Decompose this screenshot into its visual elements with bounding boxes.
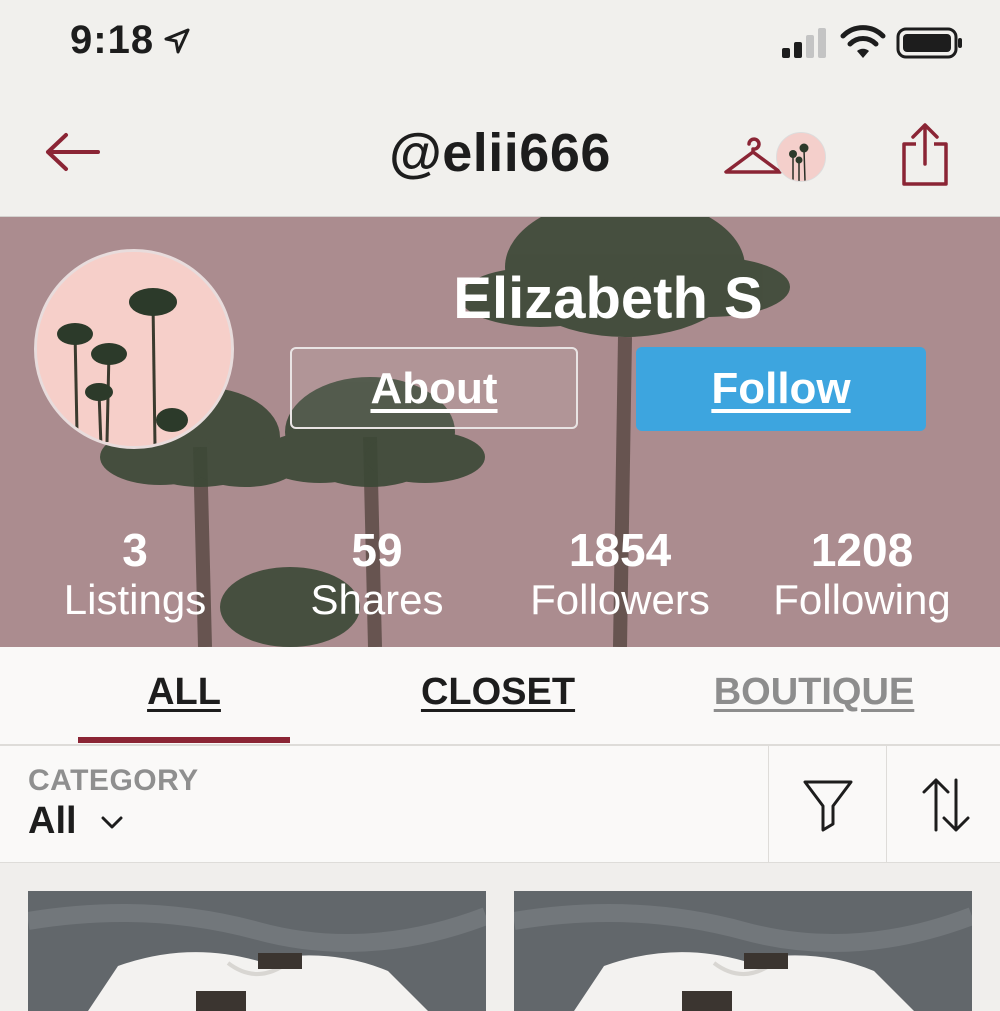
filter-funnel-icon[interactable]	[802, 778, 854, 834]
stat-label: Shares	[310, 576, 444, 623]
about-button[interactable]: About	[290, 347, 578, 429]
stat-shares[interactable]: 59 Shares	[257, 525, 497, 625]
tab-closet[interactable]: CLOSET	[398, 671, 598, 714]
mini-avatar[interactable]	[776, 132, 826, 182]
stat-label: Followers	[530, 576, 710, 623]
stat-value: 1854	[568, 524, 672, 576]
stat-label: Listings	[63, 576, 207, 623]
palm-trees-thumbnail	[777, 133, 825, 181]
category-label: CATEGORY	[28, 764, 199, 797]
listing-card[interactable]	[514, 891, 972, 1011]
listing-photo-tshirt	[514, 891, 972, 1011]
divider	[886, 746, 887, 862]
active-tab-indicator	[78, 737, 290, 743]
tab-all[interactable]: ALL	[78, 671, 290, 714]
stat-following[interactable]: 1208 Following	[742, 525, 982, 625]
hanger-icon[interactable]	[722, 132, 784, 178]
stat-followers[interactable]: 1854 Followers	[500, 525, 740, 625]
cellular-signal-icon	[782, 28, 826, 58]
stat-listings[interactable]: 3 Listings	[15, 525, 255, 625]
listing-photo-tshirt	[28, 891, 486, 1011]
battery-icon	[896, 27, 962, 59]
chevron-down-icon	[101, 816, 123, 829]
profile-avatar[interactable]	[34, 249, 234, 449]
stat-value: 3	[122, 524, 148, 576]
stat-value: 59	[351, 524, 403, 576]
profile-name: Elizabeth S	[453, 266, 763, 331]
category-dropdown[interactable]: All	[28, 800, 123, 843]
listing-card[interactable]	[28, 891, 486, 1011]
divider	[768, 746, 769, 862]
closet-tabs: ALL CLOSET BOUTIQUE	[0, 647, 1000, 746]
follow-button[interactable]: Follow	[636, 347, 926, 431]
wifi-icon	[840, 25, 886, 58]
stat-label: Following	[773, 576, 951, 623]
top-nav-bar: @elii666	[0, 88, 1000, 217]
palm-trees-avatar-image	[37, 252, 231, 446]
tab-boutique[interactable]: BOUTIQUE	[700, 671, 928, 714]
location-arrow-icon	[164, 28, 190, 54]
stat-value: 1208	[810, 524, 914, 576]
filter-bar: CATEGORY All	[0, 746, 1000, 863]
category-value: All	[28, 800, 77, 842]
status-time: 9:18	[70, 18, 155, 62]
sort-arrows-icon[interactable]	[920, 776, 972, 834]
profile-handle-title: @elii666	[389, 123, 611, 183]
profile-cover: Elizabeth S About Follow 3 Listings 59 S…	[0, 217, 1000, 647]
status-bar: 9:18	[0, 0, 1000, 88]
share-icon[interactable]	[898, 122, 952, 188]
